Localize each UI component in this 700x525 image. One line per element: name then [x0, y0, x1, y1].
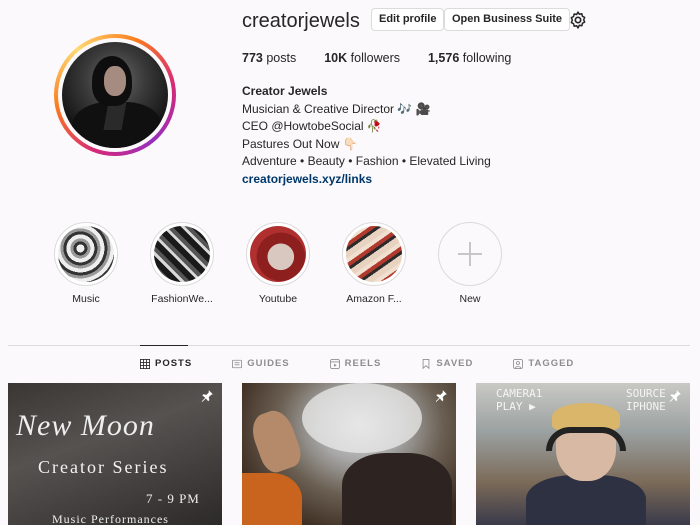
highlight-youtube[interactable]: Youtube	[230, 222, 326, 305]
posts-count: 773	[242, 51, 263, 65]
post-hoodie-shape	[526, 475, 646, 525]
tab-label: TAGGED	[528, 358, 575, 369]
post-overlay-left: CAMERA1 PLAY ▶	[496, 387, 542, 413]
post-tile[interactable]	[242, 383, 456, 525]
tab-tagged[interactable]: TAGGED	[513, 358, 574, 369]
tab-label: SAVED	[436, 358, 474, 369]
bio-line-2: CEO @HowtobeSocial 🥀	[242, 119, 382, 134]
bio-name: Creator Jewels	[242, 84, 328, 98]
tab-guides[interactable]: GUIDES	[232, 358, 289, 369]
tagged-icon	[513, 358, 524, 369]
post-headphones-shape	[546, 427, 626, 451]
followers-label: followers	[350, 51, 400, 65]
highlight-ring	[342, 222, 406, 286]
highlight-ring	[150, 222, 214, 286]
profile-tabs: POSTS GUIDES REELS SAVED TAGGED	[140, 358, 614, 369]
highlight-ring	[438, 222, 502, 286]
active-tab-indicator	[140, 345, 188, 346]
pinned-icon	[201, 390, 213, 402]
settings-gear-icon[interactable]	[568, 10, 588, 30]
tab-label: REELS	[344, 358, 382, 369]
overlay-play-text: PLAY ▶	[496, 400, 536, 413]
highlight-new[interactable]: New	[422, 222, 518, 305]
post-coat-shape	[342, 453, 452, 525]
profile-avatar[interactable]	[54, 34, 176, 156]
highlight-music[interactable]: Music	[38, 222, 134, 305]
highlight-amazon[interactable]: Amazon F...	[326, 222, 422, 305]
following-label: following	[462, 51, 512, 65]
post-overlay-right: SOURCE IPHONE	[626, 387, 666, 413]
highlight-label: Music	[72, 293, 100, 305]
posts-label: posts	[266, 51, 297, 65]
avatar-gap	[58, 38, 172, 152]
post-leaves-shape	[242, 473, 302, 525]
open-business-suite-button[interactable]: Open Business Suite	[444, 8, 571, 31]
post-tile[interactable]: CAMERA1 PLAY ▶ SOURCE IPHONE	[476, 383, 690, 525]
overlay-camera-text: CAMERA1	[496, 387, 543, 400]
avatar-image	[62, 42, 168, 148]
post-title: New Moon	[16, 409, 155, 442]
grid-icon	[140, 358, 150, 369]
tab-posts[interactable]: POSTS	[140, 358, 192, 369]
overlay-iphone-text: IPHONE	[626, 400, 666, 413]
guides-icon	[232, 359, 243, 368]
highlight-cover	[154, 226, 210, 282]
highlight-fashionweek[interactable]: FashionWe...	[134, 222, 230, 305]
post-time: 7 - 9 PM	[146, 491, 200, 506]
post-tile[interactable]: New Moon Creator Series 7 - 9 PM Music P…	[8, 383, 222, 525]
posts-stat: 773 posts	[242, 51, 296, 65]
bio-link[interactable]: creatorjewels.xyz/links	[242, 171, 491, 189]
overlay-source-text: SOURCE	[626, 387, 666, 400]
followers-stat[interactable]: 10K followers	[324, 51, 400, 65]
highlight-ring	[54, 222, 118, 286]
tab-label: POSTS	[155, 358, 193, 369]
post-hand-shape	[246, 405, 306, 477]
bookmark-icon	[422, 358, 430, 369]
highlight-label: FashionWe...	[151, 293, 213, 305]
profile-stats: 773 posts 10K followers 1,576 following	[242, 51, 539, 65]
following-count: 1,576	[427, 51, 460, 65]
highlight-label: Amazon F...	[346, 293, 402, 305]
bio-line-1: Musician & Creative Director 🎶 🎥	[242, 101, 431, 116]
tab-saved[interactable]: SAVED	[421, 358, 473, 369]
plus-icon	[458, 242, 482, 266]
tabs-divider	[8, 345, 690, 346]
avatar-face	[104, 66, 126, 96]
profile-bio: Creator Jewels Musician & Creative Direc…	[242, 83, 491, 189]
reels-icon	[329, 358, 340, 369]
tab-label: GUIDES	[247, 358, 290, 369]
bio-line-3: Pastures Out Now 👇🏻	[242, 136, 358, 151]
story-highlights: Music FashionWe... Youtube Amazon F... N…	[38, 222, 518, 305]
highlight-cover	[58, 226, 114, 282]
profile-username: creatorjewels	[242, 10, 360, 32]
tab-reels[interactable]: REELS	[329, 358, 382, 369]
pinned-icon	[669, 390, 681, 402]
highlight-label: Youtube	[258, 293, 298, 305]
highlight-ring	[246, 222, 310, 286]
post-smoke-shape	[302, 383, 422, 453]
bio-line-4: Adventure • Beauty • Fashion • Elevated …	[242, 154, 491, 169]
highlight-cover	[250, 226, 306, 282]
highlight-cover	[346, 226, 402, 282]
followers-count: 10K	[324, 51, 348, 65]
post-footer: Music Performances	[52, 512, 169, 525]
pinned-icon	[435, 390, 447, 402]
highlight-label: New	[459, 293, 481, 305]
post-subtitle: Creator Series	[38, 457, 169, 477]
following-stat[interactable]: 1,576 following	[428, 51, 511, 65]
edit-profile-button[interactable]: Edit profile	[371, 8, 445, 31]
